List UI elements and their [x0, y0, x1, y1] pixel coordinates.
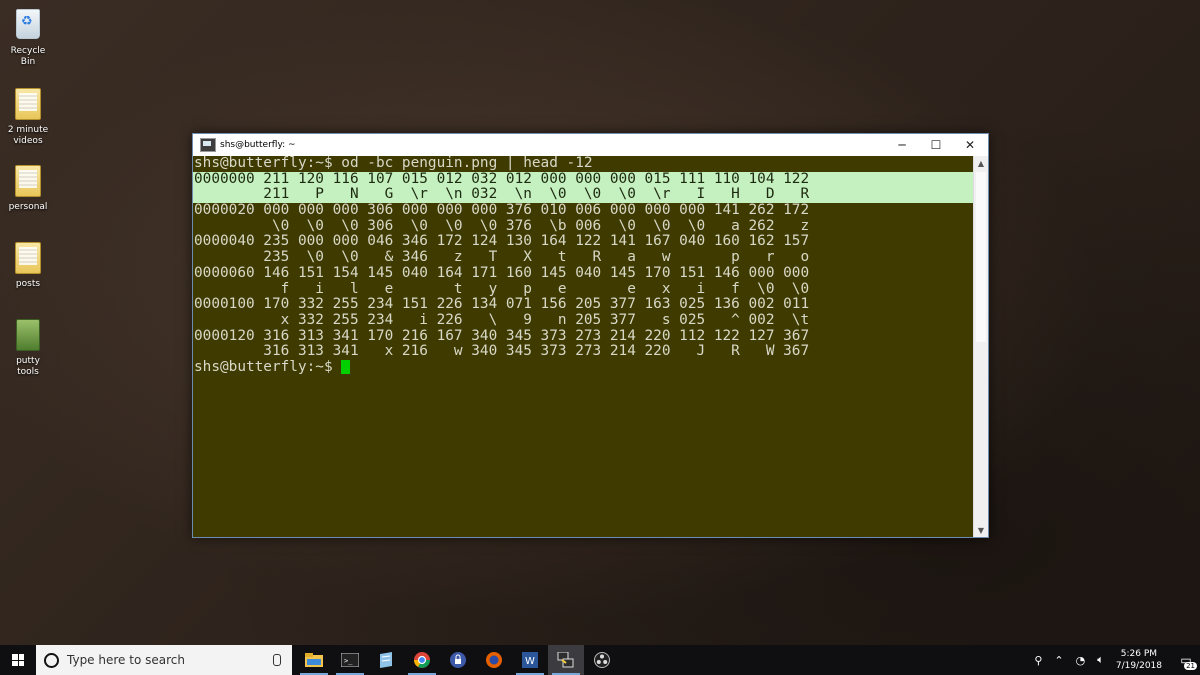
chevron-up-icon[interactable]: ⌃	[1054, 654, 1063, 667]
prompt-text: shs@butterfly:~$	[194, 358, 342, 375]
maximize-button[interactable]: ☐	[919, 134, 953, 156]
folder-icon	[13, 88, 43, 122]
search-placeholder: Type here to search	[67, 653, 185, 667]
terminal-line-selected: 0000000 211 120 116 107 015 012 032 012 …	[193, 171, 974, 188]
folder-icon	[13, 165, 43, 199]
window-title: shs@butterfly: ~	[220, 140, 296, 150]
terminal-line: f i l e t y p e e x i f \0 \0	[194, 280, 810, 297]
network-icon[interactable]: ◔	[1076, 654, 1086, 667]
clock-time: 5:26 PM	[1120, 649, 1158, 659]
word-icon[interactable]: W	[512, 645, 548, 675]
taskbar: Type here to search >_ W ⚲ ⌃ ◔ 🔈︎ 5:26 P…	[0, 645, 1200, 675]
title-bar[interactable]: shs@butterfly: ~ ─ ☐ ✕	[193, 134, 988, 156]
terminal-line: 316 313 341 x 216 w 340 345 373 273 214 …	[194, 343, 810, 360]
chrome-icon[interactable]	[404, 645, 440, 675]
putty-tools-glyph	[13, 319, 43, 353]
folder-label: personal	[8, 202, 48, 212]
putty-window[interactable]: shs@butterfly: ~ ─ ☐ ✕ shs@butterfly:~$ …	[192, 133, 989, 538]
people-icon[interactable]: ⚲	[1034, 654, 1042, 667]
start-button[interactable]	[0, 645, 36, 675]
svg-text:W: W	[525, 656, 535, 667]
recycle-bin-icon[interactable]: ♻ Recycle Bin	[4, 6, 52, 68]
terminal-cursor	[341, 359, 351, 374]
scroll-down-icon[interactable]: ▼	[974, 523, 988, 537]
system-tray: ⚲ ⌃ ◔ 🔈︎ 5:26 PM 7/19/2018 ▭ 21	[1028, 645, 1200, 675]
terminal-line: 0000100 170 332 255 234 151 226 134 071 …	[194, 296, 810, 313]
terminal-line: x 332 255 234 i 226 \ 9 n 205 377 s 025 …	[194, 311, 810, 328]
search-box[interactable]: Type here to search	[36, 645, 292, 675]
notification-count: 21	[1184, 662, 1197, 670]
recycle-bin-glyph: ♻	[13, 9, 43, 43]
folder-label: posts	[15, 279, 41, 289]
keepass-icon[interactable]	[440, 645, 476, 675]
terminal-area[interactable]: shs@butterfly:~$ od -bc penguin.png | he…	[193, 156, 974, 537]
close-button[interactable]: ✕	[953, 134, 987, 156]
file-explorer-icon[interactable]	[296, 645, 332, 675]
windows-logo-icon	[12, 654, 24, 666]
folder-posts-icon[interactable]: posts	[4, 240, 52, 290]
folder-label: putty tools	[16, 356, 40, 377]
terminal-line: 0000120 316 313 341 170 216 167 340 345 …	[194, 327, 810, 344]
folder-putty-tools-icon[interactable]: putty tools	[4, 317, 52, 378]
terminal-line: 0000060 146 151 154 145 040 164 171 160 …	[194, 264, 810, 281]
terminal-line-selected: 211 P N G \r \n 032 \n \0 \0 \0 \r I H D…	[193, 187, 974, 204]
terminal-line: shs@butterfly:~$ od -bc penguin.png | he…	[194, 156, 593, 171]
scroll-up-icon[interactable]: ▲	[974, 156, 988, 170]
prompt-line: shs@butterfly:~$	[193, 358, 974, 376]
folder-label: 2 minute videos	[7, 125, 49, 146]
terminal-line: \0 \0 \0 306 \0 \0 \0 376 \b 006 \0 \0 \…	[194, 217, 810, 234]
command-prompt-icon[interactable]: >_	[332, 645, 368, 675]
clock-date: 7/19/2018	[1115, 661, 1162, 671]
vertical-scrollbar[interactable]: ▲ ▼	[973, 156, 988, 537]
clock[interactable]: 5:26 PM 7/19/2018	[1116, 648, 1162, 672]
folder-icon	[13, 242, 43, 276]
notepad-icon[interactable]	[368, 645, 404, 675]
obs-icon[interactable]	[584, 645, 620, 675]
folder-personal-icon[interactable]: personal	[4, 163, 52, 213]
putty-icon	[200, 138, 216, 152]
cortana-icon[interactable]	[44, 652, 59, 668]
folder-2-minute-videos-icon[interactable]: 2 minute videos	[4, 86, 52, 147]
terminal-line: 235 \0 \0 & 346 z T X t R a w p r o	[194, 249, 810, 266]
terminal-line: 0000020 000 000 000 306 000 000 000 376 …	[194, 202, 810, 219]
svg-text:>_: >_	[344, 657, 353, 665]
putty-taskbar-icon[interactable]	[548, 645, 584, 675]
firefox-icon[interactable]	[476, 645, 512, 675]
scroll-thumb[interactable]	[976, 172, 986, 342]
volume-icon[interactable]: 🔈︎	[1097, 653, 1104, 667]
microphone-icon[interactable]	[273, 654, 281, 666]
terminal-line: 0000040 235 000 000 046 346 172 124 130 …	[194, 233, 810, 250]
minimize-button[interactable]: ─	[885, 134, 919, 156]
recycle-bin-label: Recycle Bin	[10, 46, 46, 67]
notification-center-icon[interactable]: ▭ 21	[1172, 645, 1200, 675]
